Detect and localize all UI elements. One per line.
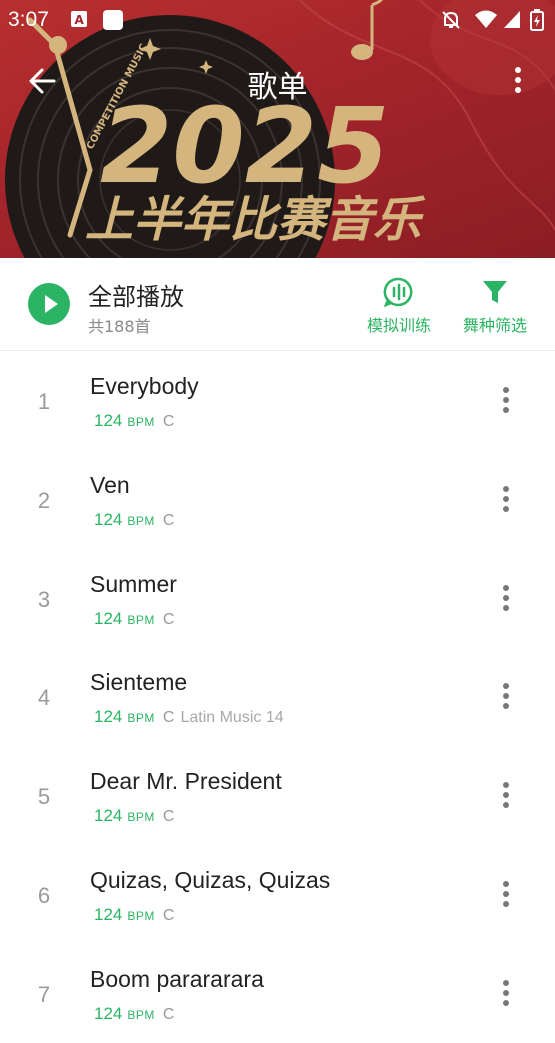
song-index: 1 (37, 389, 51, 414)
song-key: C (162, 413, 175, 430)
banner-artwork: 2025 上半年比赛音乐 COMPETITION MUSIC (5, 0, 555, 258)
song-bpm: 124 (94, 411, 123, 430)
song-key: C (162, 1005, 175, 1023)
more-vertical-icon (503, 584, 509, 611)
more-options-button[interactable] (503, 64, 533, 98)
more-vertical-icon (503, 782, 509, 809)
song-key: C (162, 511, 175, 529)
app-bar: 歌单 (0, 52, 555, 108)
song-row[interactable]: 2 Ven 124 BPM C (0, 450, 555, 549)
song-more-button[interactable] (494, 583, 518, 613)
banner-subtitle: 上半年比赛音乐 (85, 192, 426, 248)
more-vertical-icon (503, 979, 509, 1006)
song-title: Quizas, Quizas, Quizas (90, 866, 331, 893)
song-bpm-unit: BPM (127, 1007, 155, 1022)
battery-charging-icon (530, 9, 544, 37)
song-title: Dear Mr. President (90, 768, 282, 795)
song-count: 共188首 (88, 317, 151, 336)
song-meta: 124 BPM C (94, 1004, 174, 1024)
song-more-button[interactable] (494, 879, 518, 909)
song-row[interactable]: 5 Dear Mr. President 124 BPM C (0, 746, 555, 845)
song-bpm-unit: BPM (127, 513, 155, 528)
play-all-label[interactable]: 全部播放 (88, 277, 184, 312)
song-meta: 124 BPM C (94, 411, 174, 431)
bell-off-icon (440, 9, 462, 37)
song-bpm: 124 (94, 904, 123, 924)
song-bpm: 124 (94, 608, 123, 628)
play-icon (45, 295, 58, 313)
play-all-bar: 全部播放 共188首 模拟训练 舞种筛选 (0, 258, 555, 351)
song-bpm: 124 (94, 1003, 123, 1023)
song-bpm-unit: BPM (127, 711, 155, 726)
song-more-button[interactable] (494, 385, 518, 415)
audio-wave-icon (383, 277, 413, 308)
song-meta: 124 BPM C Latin Music 14 (94, 707, 284, 727)
more-vertical-icon (503, 485, 509, 512)
svg-text:A: A (75, 13, 85, 27)
app-a-icon: A (70, 9, 88, 35)
song-more-button[interactable] (494, 681, 518, 711)
song-row[interactable]: 6 Quizas, Quizas, Quizas 124 BPM C (0, 845, 555, 944)
song-bpm: 124 (94, 806, 123, 826)
song-row[interactable]: 7 Boom parararara 124 BPM C (0, 944, 555, 1043)
dance-filter-button[interactable]: 舞种筛选 (455, 276, 535, 336)
song-index: 7 (37, 981, 51, 1007)
song-meta: 124 BPM C (94, 806, 174, 826)
signal-icon (503, 9, 521, 35)
song-key: C (162, 808, 175, 826)
page-title: 歌单 (247, 70, 308, 105)
simulate-training-label: 模拟训练 (366, 316, 431, 335)
song-row[interactable]: 1 Everybody 124 BPM C (0, 351, 555, 450)
wifi-icon (474, 9, 498, 35)
song-index: 5 (37, 784, 51, 810)
song-bpm: 124 (94, 509, 123, 529)
song-more-button[interactable] (494, 978, 518, 1008)
song-title: Boom parararara (90, 965, 264, 992)
simulate-training-button[interactable]: 模拟训练 (359, 276, 439, 336)
square-app-icon (102, 9, 124, 37)
song-bpm-unit: BPM (127, 612, 155, 627)
song-title: Everybody (90, 373, 199, 399)
song-list: 1 Everybody 124 BPM C 2 Ven 124 BPM C 3 Summer 124 BP… (0, 351, 555, 1043)
filter-icon (483, 281, 507, 303)
more-vertical-icon (503, 683, 509, 710)
song-title: Sienteme (90, 669, 188, 696)
song-tag: Latin Music 14 (180, 709, 284, 727)
playlist-banner: 2025 上半年比赛音乐 COMPETITION MUSIC 3:07 A 歌单 (0, 0, 555, 258)
song-bpm: 124 (94, 707, 123, 727)
status-time: 3:07 (8, 8, 49, 31)
more-vertical-icon (515, 67, 521, 93)
song-key: C (162, 610, 175, 628)
song-title: Ven (90, 471, 130, 498)
song-bpm-unit: BPM (127, 908, 155, 923)
song-meta: 124 BPM C (94, 905, 174, 925)
song-bpm-unit: BPM (127, 810, 155, 825)
song-index: 3 (37, 586, 51, 612)
play-all-button[interactable] (28, 283, 70, 325)
song-key: C (162, 906, 175, 924)
status-bar: 3:07 A (0, 0, 555, 38)
song-bpm-unit: BPM (127, 415, 155, 429)
song-meta: 124 BPM C (94, 609, 174, 629)
dance-filter-label: 舞种筛选 (462, 316, 527, 335)
song-more-button[interactable] (494, 780, 518, 810)
song-more-button[interactable] (494, 484, 518, 514)
song-key: C (162, 709, 175, 727)
song-row[interactable]: 3 Summer 124 BPM C (0, 549, 555, 648)
song-index: 6 (37, 882, 51, 908)
song-index: 4 (37, 685, 51, 711)
song-index: 2 (37, 487, 51, 513)
song-meta: 124 BPM C (94, 510, 174, 530)
song-title: Summer (90, 570, 177, 597)
song-row[interactable]: 4 Sienteme 124 BPM C Latin Music 14 (0, 647, 555, 746)
more-vertical-icon (503, 880, 509, 907)
more-vertical-icon (503, 387, 509, 413)
